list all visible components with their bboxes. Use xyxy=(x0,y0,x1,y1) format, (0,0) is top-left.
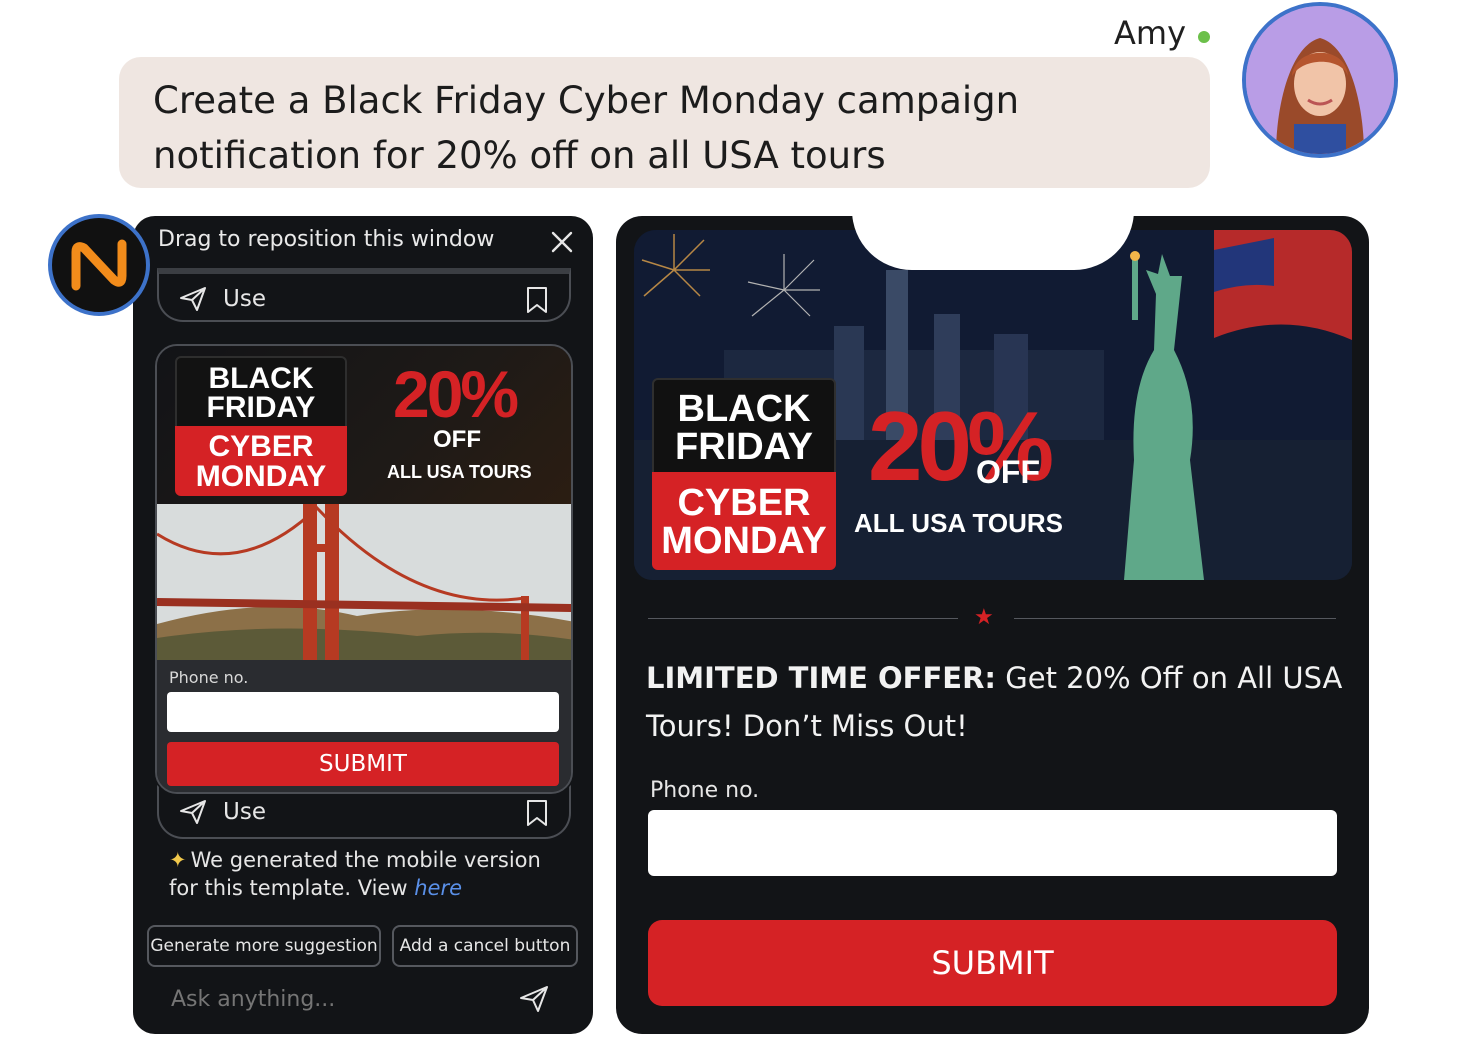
ask-input[interactable] xyxy=(171,982,511,1016)
mini-badge-line-3: CYBER xyxy=(208,430,314,463)
use-bar-top: Use xyxy=(157,268,571,322)
avatar xyxy=(1242,2,1398,158)
mini-submit-button[interactable]: SUBMIT xyxy=(167,742,559,786)
drag-handle-title[interactable]: Drag to reposition this window xyxy=(158,227,494,252)
offer-text: LIMITED TIME OFFER: Get 20% Off on All U… xyxy=(646,654,1346,750)
hero-badge-line-3: CYBER xyxy=(677,482,811,524)
star-icon: ★ xyxy=(974,604,994,629)
notice-link-here[interactable]: here xyxy=(414,876,462,900)
bookmark-icon[interactable] xyxy=(525,286,549,314)
online-status-dot xyxy=(1198,31,1210,43)
mini-off: OFF xyxy=(433,426,481,453)
divider-right xyxy=(1014,618,1336,619)
logo-icon xyxy=(48,214,150,316)
sparkle-icon: ✦ xyxy=(169,848,187,872)
hero-badge-line-4: MONDAY xyxy=(661,520,827,562)
prompt-line-2: notification for 20% off on all USA tour… xyxy=(153,134,886,177)
mini-phone-label: Phone no. xyxy=(169,668,249,687)
template-preview-card[interactable]: BLACK FRIDAY CYBER MONDAY 20% OFF ALL US… xyxy=(155,344,573,794)
prompt-line-1: Create a Black Friday Cyber Monday campa… xyxy=(153,79,1020,122)
add-cancel-button-chip[interactable]: Add a cancel button xyxy=(392,925,578,967)
golden-gate-photo xyxy=(157,504,571,660)
notification-preview: BLACK FRIDAY CYBER MONDAY 20% OFF ALL US… xyxy=(616,216,1369,1034)
mobile-version-notice: ✦ We generated the mobile version for thi… xyxy=(169,846,569,902)
generate-more-suggestion-chip[interactable]: Generate more suggestion xyxy=(147,925,381,967)
close-icon[interactable] xyxy=(547,227,577,257)
mini-banner: BLACK FRIDAY CYBER MONDAY 20% OFF ALL US… xyxy=(157,346,571,504)
submit-button[interactable]: SUBMIT xyxy=(648,920,1337,1006)
send-icon xyxy=(180,800,206,824)
prompt-bubble: Create a Black Friday Cyber Monday campa… xyxy=(119,57,1210,188)
mini-badge-black: BLACK FRIDAY xyxy=(175,356,347,430)
hero-badge-line-2: FRIDAY xyxy=(675,426,813,468)
preview-notch xyxy=(852,216,1134,270)
use-button-bottom[interactable]: Use xyxy=(179,799,266,825)
mini-badge-line-2: FRIDAY xyxy=(206,391,316,424)
notice-text: We generated the mobile version for this… xyxy=(169,848,541,900)
use-bar-bottom: Use xyxy=(157,785,571,839)
hero-badge-red: CYBER MONDAY xyxy=(652,472,836,570)
hero-tours: ALL USA TOURS xyxy=(854,508,1063,538)
use-button[interactable]: Use xyxy=(179,286,266,312)
phone-label: Phone no. xyxy=(650,778,760,803)
mini-form: Phone no. SUBMIT xyxy=(157,660,571,792)
send-icon[interactable] xyxy=(519,984,549,1014)
mini-badge-line-1: BLACK xyxy=(208,362,314,395)
mini-discount: 20% xyxy=(393,357,519,431)
mini-badge-red: CYBER MONDAY xyxy=(175,426,347,496)
divider-left xyxy=(648,618,958,619)
assistant-panel[interactable]: Drag to reposition this window Use BLACK… xyxy=(133,216,593,1034)
bookmark-icon[interactable] xyxy=(525,799,549,827)
hero-off: OFF xyxy=(976,454,1040,490)
user-name: Amy xyxy=(1114,14,1186,52)
hero-banner: BLACK FRIDAY CYBER MONDAY 20% OFF ALL US… xyxy=(634,230,1352,580)
phone-input[interactable] xyxy=(648,810,1337,876)
mini-phone-input[interactable] xyxy=(167,692,559,732)
use-label: Use xyxy=(223,286,266,312)
offer-bold: LIMITED TIME OFFER: xyxy=(646,661,997,695)
hero-badge-black: BLACK FRIDAY xyxy=(652,378,836,476)
send-icon xyxy=(180,287,206,311)
use-label: Use xyxy=(223,799,266,825)
mini-tours: ALL USA TOURS xyxy=(387,462,532,482)
mini-badge-line-4: MONDAY xyxy=(195,460,327,493)
hero-badge-line-1: BLACK xyxy=(677,388,811,430)
